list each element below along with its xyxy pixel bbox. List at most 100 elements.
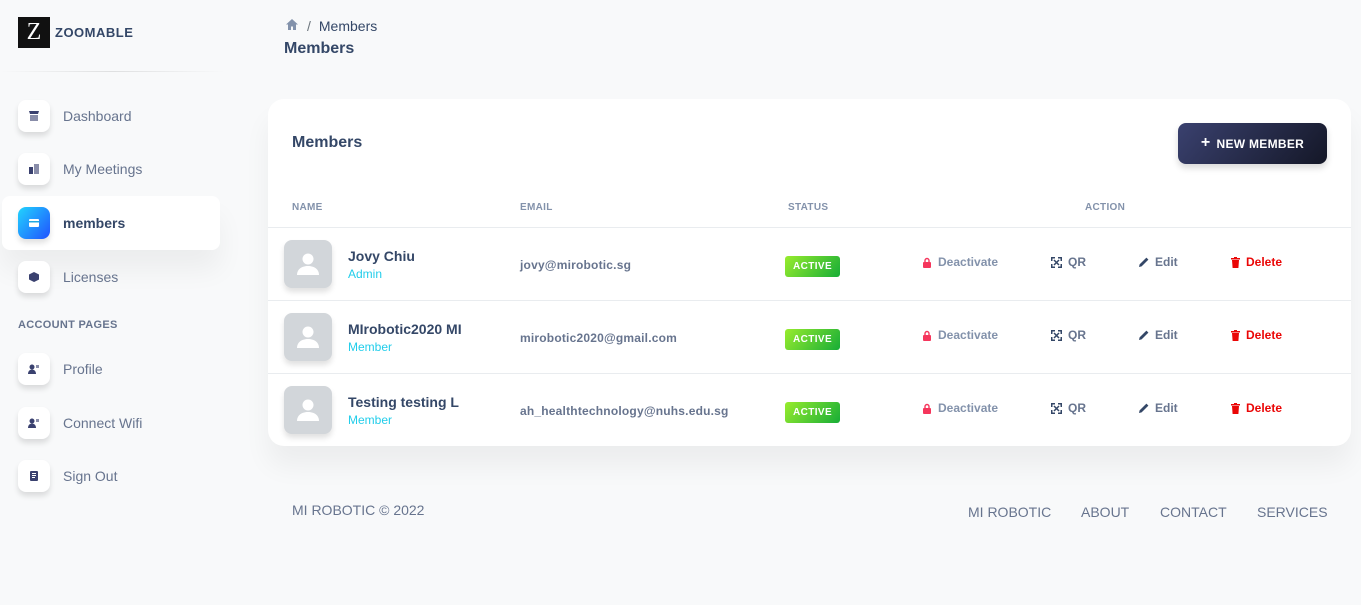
avatar bbox=[284, 313, 332, 361]
sidebar-item-members[interactable]: members bbox=[2, 196, 220, 250]
deactivate-label: Deactivate bbox=[938, 255, 999, 269]
qr-button[interactable]: QR bbox=[1051, 255, 1086, 269]
lock-icon bbox=[923, 257, 931, 268]
deactivate-button[interactable]: Deactivate bbox=[922, 255, 998, 269]
sidebar-item-profile[interactable]: Profile bbox=[2, 342, 220, 396]
delete-button[interactable]: Delete bbox=[1231, 255, 1282, 269]
avatar bbox=[284, 240, 332, 288]
deactivate-label: Deactivate bbox=[938, 401, 999, 415]
member-name: MIrobotic2020 MI bbox=[348, 321, 462, 337]
qr-label: QR bbox=[1068, 328, 1086, 342]
trash-icon bbox=[1231, 256, 1240, 268]
lock-icon bbox=[923, 330, 931, 341]
member-role: Admin bbox=[348, 267, 383, 281]
status-badge: ACTIVE bbox=[785, 256, 840, 277]
qr-icon bbox=[1051, 256, 1062, 268]
brand-name: ZOOMABLE bbox=[55, 25, 134, 40]
footer-link-services[interactable]: SERVICES bbox=[1257, 504, 1328, 520]
breadcrumb-current: Members bbox=[318, 18, 378, 34]
sidebar-item-sign-out[interactable]: Sign Out bbox=[2, 449, 220, 503]
office-icon bbox=[18, 153, 50, 185]
delete-button[interactable]: Delete bbox=[1231, 328, 1282, 342]
user-icon bbox=[18, 353, 50, 385]
lock-icon bbox=[923, 403, 931, 414]
avatar bbox=[284, 386, 332, 434]
sidebar-item-licenses[interactable]: Licenses bbox=[2, 250, 220, 304]
sidebar-item-label: Sign Out bbox=[63, 468, 118, 484]
sidebar-item-label: Licenses bbox=[63, 269, 119, 285]
column-header-name: NAME bbox=[292, 202, 323, 213]
edit-button[interactable]: Edit bbox=[1139, 255, 1178, 269]
qr-label: QR bbox=[1068, 255, 1086, 269]
qr-icon bbox=[1051, 402, 1062, 414]
pencil-icon bbox=[1139, 403, 1149, 413]
trash-icon bbox=[1231, 329, 1240, 341]
status-badge: ACTIVE bbox=[785, 402, 840, 423]
user-icon bbox=[18, 407, 50, 439]
sidebar-item-label: Connect Wifi bbox=[63, 415, 143, 431]
home-icon[interactable] bbox=[285, 18, 299, 34]
plus-icon: + bbox=[1200, 133, 1211, 151]
sidebar-item-dashboard[interactable]: Dashboard bbox=[2, 89, 220, 143]
trash-icon bbox=[1231, 402, 1240, 414]
footer-link-contact[interactable]: CONTACT bbox=[1160, 504, 1227, 520]
section-title-account-pages: ACCOUNT PAGES bbox=[18, 319, 118, 331]
box-3d-icon bbox=[18, 261, 50, 293]
sidebar-item-label: Dashboard bbox=[63, 108, 132, 124]
delete-label: Delete bbox=[1246, 255, 1283, 269]
shop-icon bbox=[18, 100, 50, 132]
document-icon bbox=[18, 460, 50, 492]
edit-button[interactable]: Edit bbox=[1139, 401, 1178, 415]
breadcrumb-separator: / bbox=[307, 18, 311, 34]
sidebar-item-label: members bbox=[63, 215, 126, 231]
sidebar-item-my-meetings[interactable]: My Meetings bbox=[2, 142, 220, 196]
member-email: jovy@mirobotic.sg bbox=[520, 258, 632, 272]
credit-card-icon bbox=[18, 207, 50, 239]
sidebar-item-label: My Meetings bbox=[63, 161, 143, 177]
member-name: Jovy Chiu bbox=[348, 248, 415, 264]
qr-button[interactable]: QR bbox=[1051, 401, 1086, 415]
deactivate-button[interactable]: Deactivate bbox=[922, 401, 998, 415]
delete-label: Delete bbox=[1246, 401, 1283, 415]
edit-label: Edit bbox=[1155, 255, 1178, 269]
footer-link-mi-robotic[interactable]: MI ROBOTIC bbox=[968, 504, 1051, 520]
table-row: Testing testing L Member ah_healthtechno… bbox=[268, 373, 1351, 446]
member-email: mirobotic2020@gmail.com bbox=[520, 331, 678, 345]
sidebar-divider bbox=[0, 71, 225, 72]
pencil-icon bbox=[1139, 257, 1149, 267]
footer-copyright: MI ROBOTIC © 2022 bbox=[292, 502, 425, 518]
column-header-email: EMAIL bbox=[520, 202, 553, 213]
deactivate-label: Deactivate bbox=[938, 328, 999, 342]
member-name: Testing testing L bbox=[348, 394, 459, 410]
members-card: Members + NEW MEMBER NAME EMAIL STATUS A… bbox=[268, 99, 1351, 446]
deactivate-button[interactable]: Deactivate bbox=[922, 328, 998, 342]
edit-label: Edit bbox=[1155, 328, 1178, 342]
footer-link-about[interactable]: ABOUT bbox=[1081, 504, 1129, 520]
member-email: ah_healthtechnology@nuhs.edu.sg bbox=[520, 404, 729, 418]
member-role: Member bbox=[348, 413, 393, 427]
brand[interactable]: Z ZOOMABLE bbox=[18, 17, 133, 48]
sidebar-item-connect-wifi[interactable]: Connect Wifi bbox=[2, 396, 220, 450]
table-row: MIrobotic2020 MI Member mirobotic2020@gm… bbox=[268, 300, 1351, 373]
edit-button[interactable]: Edit bbox=[1139, 328, 1178, 342]
breadcrumb: / Members bbox=[285, 18, 377, 34]
delete-label: Delete bbox=[1246, 328, 1283, 342]
page-title: Members bbox=[284, 40, 355, 57]
new-member-label: NEW MEMBER bbox=[1216, 136, 1305, 151]
pencil-icon bbox=[1139, 330, 1149, 340]
table-row: Jovy Chiu Admin jovy@mirobotic.sg ACTIVE… bbox=[268, 227, 1351, 300]
status-badge: ACTIVE bbox=[785, 329, 840, 350]
column-header-action: ACTION bbox=[1085, 202, 1126, 213]
card-title: Members bbox=[292, 134, 363, 151]
column-header-status: STATUS bbox=[788, 202, 829, 213]
qr-icon bbox=[1051, 329, 1062, 341]
sidebar-item-label: Profile bbox=[63, 361, 103, 377]
delete-button[interactable]: Delete bbox=[1231, 401, 1282, 415]
member-role: Member bbox=[348, 340, 393, 354]
qr-label: QR bbox=[1068, 401, 1086, 415]
qr-button[interactable]: QR bbox=[1051, 328, 1086, 342]
brand-logo: Z bbox=[18, 17, 50, 48]
sidebar: Z ZOOMABLE Dashboard My Meetings members… bbox=[0, 0, 230, 605]
new-member-button[interactable]: + NEW MEMBER bbox=[1178, 123, 1327, 164]
edit-label: Edit bbox=[1155, 401, 1178, 415]
